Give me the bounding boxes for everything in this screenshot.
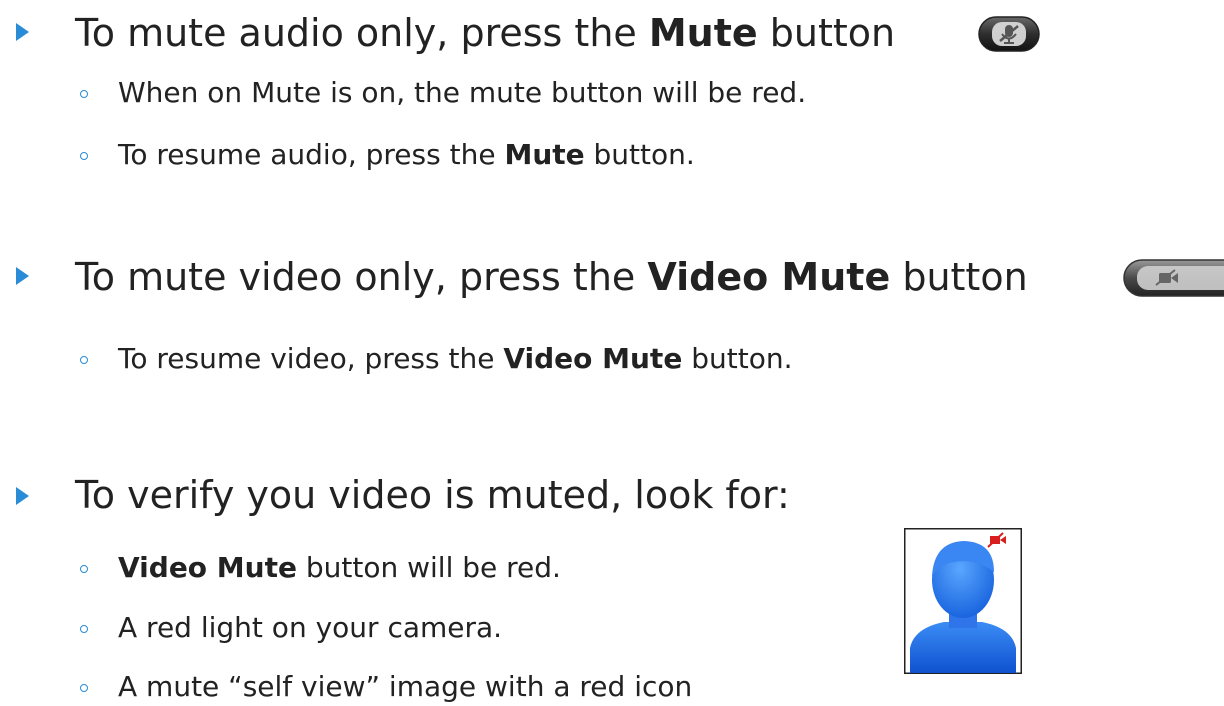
mic-mute-icon <box>978 16 1040 52</box>
bullet-3-sub-1: Video Mute button will be red. <box>118 551 561 584</box>
bullet-triangle-icon <box>16 267 29 285</box>
bullet-triangle-icon <box>16 487 29 505</box>
sub-bullet-ring-icon <box>80 684 88 692</box>
bullet-3-sub-3: A mute “self view” image with a red icon <box>118 670 693 703</box>
bullet-3-text: To verify you video is muted, look for: <box>75 473 790 517</box>
bullet-triangle-icon <box>16 23 29 41</box>
sub-bullet-ring-icon <box>80 625 88 633</box>
bullet-3-sub-2: A red light on your camera. <box>118 611 503 644</box>
sub-bullet-ring-icon <box>80 90 88 98</box>
bullet-1-sub-1: When on Mute is on, the mute button will… <box>118 76 807 109</box>
bullet-1-sub-2: To resume audio, press the Mute button. <box>118 138 695 171</box>
bullet-1-text: To mute audio only, press the Mute butto… <box>75 11 896 55</box>
sub-bullet-ring-icon <box>80 152 88 160</box>
sub-bullet-ring-icon <box>80 565 88 573</box>
video-mute-icon <box>1123 259 1224 297</box>
bullet-2-text: To mute video only, press the Video Mute… <box>75 255 1028 299</box>
self-view-avatar-icon <box>904 528 1022 674</box>
bullet-2-sub-1: To resume video, press the Video Mute bu… <box>118 342 793 375</box>
sub-bullet-ring-icon <box>80 356 88 364</box>
